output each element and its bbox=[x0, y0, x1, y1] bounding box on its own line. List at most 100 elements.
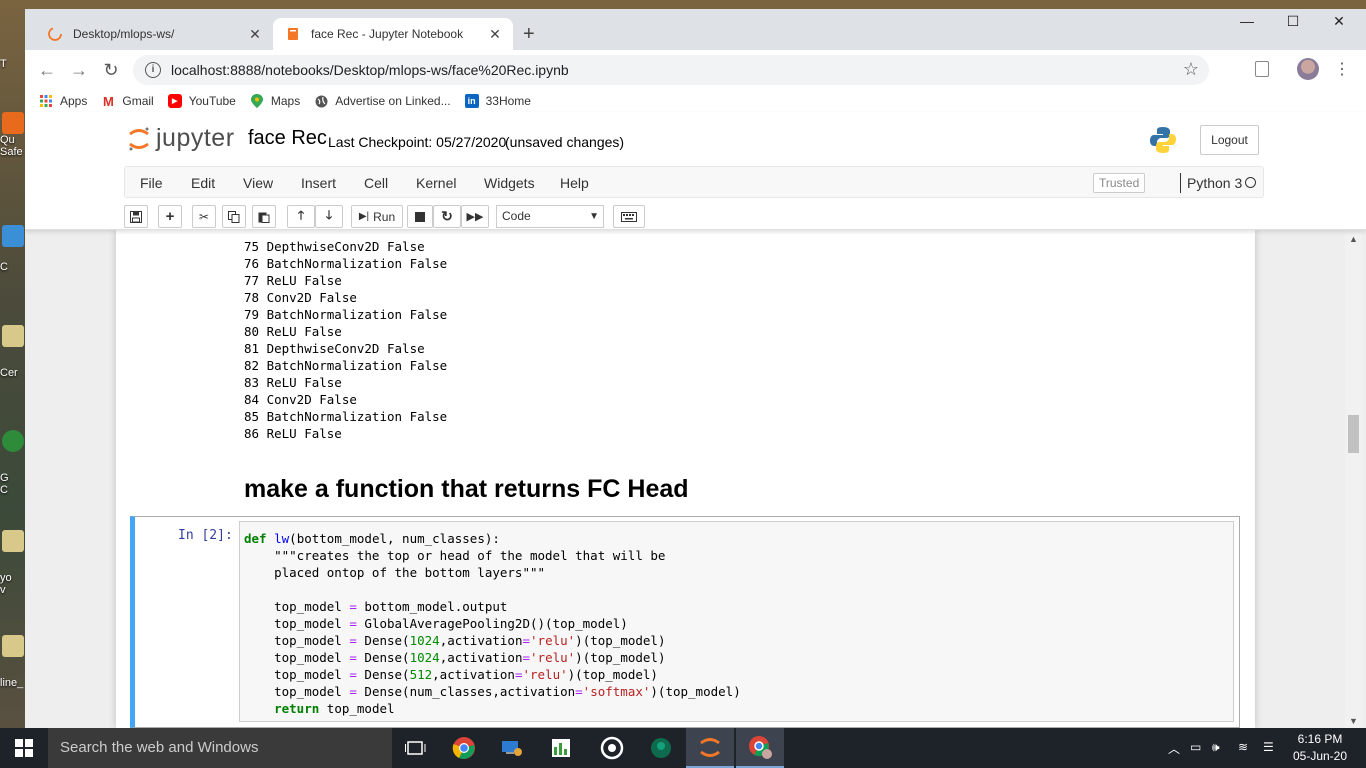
logout-button[interactable]: Logout bbox=[1200, 125, 1259, 155]
arrow-up-icon: 🡑 bbox=[297, 208, 305, 222]
code-line: top_model = Dense(1024,activation='relu'… bbox=[244, 633, 666, 648]
bookmark-youtube[interactable]: ▶ YouTube bbox=[167, 94, 236, 108]
back-icon[interactable]: ← bbox=[36, 59, 58, 81]
insert-cell-button[interactable]: + bbox=[158, 205, 182, 228]
close-tab-icon[interactable]: ✕ bbox=[245, 26, 265, 43]
markdown-heading[interactable]: make a function that returns FC Head bbox=[244, 475, 689, 504]
code-line: top_model = Dense(512,activation='relu')… bbox=[244, 667, 658, 682]
restart-button[interactable]: ↻ bbox=[433, 205, 461, 228]
menu-insert[interactable]: Insert bbox=[301, 175, 336, 191]
chrome-icon bbox=[452, 737, 475, 759]
address-bar[interactable]: i localhost:8888/notebooks/Desktop/mlops… bbox=[133, 55, 1209, 85]
forward-icon[interactable]: → bbox=[68, 59, 90, 81]
vertical-scrollbar[interactable]: ▲ ▼ bbox=[1345, 230, 1362, 728]
desktop-icon-yo[interactable]: yo v bbox=[0, 530, 26, 596]
bookmark-label: 33Home bbox=[485, 94, 531, 108]
code-cell-selected[interactable]: In [2]: def lw(bottom_model, num_classes… bbox=[130, 516, 1240, 728]
taskbar-app-remote[interactable] bbox=[488, 728, 536, 768]
media-player-icon bbox=[600, 736, 624, 760]
command-palette-button[interactable] bbox=[613, 205, 645, 228]
battery-icon[interactable]: ▭ bbox=[1190, 740, 1201, 754]
scroll-up-icon[interactable]: ▲ bbox=[1349, 234, 1358, 244]
code-editor[interactable]: def lw(bottom_model, num_classes): """cr… bbox=[239, 521, 1234, 722]
code-line: top_model = GlobalAveragePooling2D()(top… bbox=[244, 616, 628, 631]
wifi-icon[interactable]: ≋ bbox=[1238, 740, 1248, 754]
taskbar-search-input[interactable]: Search the web and Windows bbox=[48, 728, 392, 768]
bookmark-star-icon[interactable]: ☆ bbox=[1183, 59, 1199, 80]
stop-icon bbox=[415, 211, 425, 222]
scrollbar-thumb[interactable] bbox=[1348, 415, 1359, 453]
output-line: 82 BatchNormalization False bbox=[244, 358, 448, 373]
notebook-name[interactable]: face Rec bbox=[248, 127, 327, 150]
restart-run-all-button[interactable]: ▶▶ bbox=[461, 205, 489, 228]
paste-button[interactable] bbox=[252, 205, 276, 228]
output-line: 79 BatchNormalization False bbox=[244, 307, 448, 322]
keyboard-icon bbox=[621, 211, 637, 222]
reload-icon[interactable]: ↻ bbox=[100, 59, 122, 81]
save-button[interactable] bbox=[124, 205, 148, 228]
taskbar-app-media[interactable] bbox=[588, 728, 636, 768]
gmail-icon: M bbox=[102, 93, 114, 109]
notifications-icon[interactable]: ☰ bbox=[1263, 740, 1274, 754]
show-hidden-icons-icon[interactable]: ︿ bbox=[1168, 740, 1180, 757]
run-button[interactable]: ▶| Run bbox=[351, 205, 403, 228]
menu-kernel[interactable]: Kernel bbox=[416, 175, 456, 191]
bookmark-gmail[interactable]: M Gmail bbox=[101, 93, 154, 109]
avatar[interactable] bbox=[1297, 58, 1319, 80]
volume-icon[interactable]: 🕪 bbox=[1212, 740, 1220, 755]
extension-icon[interactable] bbox=[1255, 61, 1269, 77]
new-tab-button[interactable]: + bbox=[523, 23, 535, 46]
more-menu-icon[interactable]: ⋮ bbox=[1334, 59, 1350, 79]
interrupt-button[interactable] bbox=[407, 205, 433, 228]
desktop-label: Cer bbox=[0, 367, 18, 379]
start-button[interactable] bbox=[0, 728, 48, 768]
maximize-button[interactable]: ☐ bbox=[1270, 13, 1316, 33]
desktop-label: C bbox=[0, 261, 8, 273]
jupyter-logo[interactable]: jupyter bbox=[128, 124, 235, 153]
desktop-icon-quick-safe[interactable]: Qu Safe bbox=[0, 112, 26, 158]
scroll-down-icon[interactable]: ▼ bbox=[1349, 716, 1358, 726]
notebook-icon bbox=[285, 26, 301, 42]
menu-cell[interactable]: Cell bbox=[364, 175, 388, 191]
cell-type-select[interactable]: Code ▼ bbox=[496, 205, 604, 228]
windows-logo-icon bbox=[15, 739, 33, 757]
taskbar-chrome-profile[interactable] bbox=[736, 728, 784, 768]
url-text: localhost:8888/notebooks/Desktop/mlops-w… bbox=[171, 62, 569, 78]
taskbar-app-editor[interactable] bbox=[537, 728, 585, 768]
taskbar-app-git[interactable] bbox=[637, 728, 685, 768]
bookmark-advertise[interactable]: Advertise on Linked... bbox=[314, 94, 451, 108]
close-window-button[interactable]: ✕ bbox=[1316, 13, 1362, 33]
move-down-button[interactable]: 🡓 bbox=[315, 205, 343, 228]
minimize-button[interactable]: — bbox=[1224, 13, 1270, 33]
taskbar-jupyter[interactable] bbox=[686, 728, 734, 768]
desktop-icon-line[interactable]: line_ bbox=[0, 635, 26, 689]
move-up-button[interactable]: 🡑 bbox=[287, 205, 315, 228]
close-tab-icon[interactable]: ✕ bbox=[485, 26, 505, 43]
bookmark-maps[interactable]: Maps bbox=[250, 94, 300, 108]
cut-button[interactable]: ✂ bbox=[192, 205, 216, 228]
menu-help[interactable]: Help bbox=[560, 175, 589, 191]
trusted-indicator[interactable]: Trusted bbox=[1093, 173, 1146, 193]
copy-icon bbox=[228, 210, 240, 223]
desktop-icon-c[interactable]: C bbox=[0, 225, 26, 273]
menu-view[interactable]: View bbox=[243, 175, 273, 191]
copy-button[interactable] bbox=[222, 205, 246, 228]
plus-icon: + bbox=[165, 208, 175, 225]
desktop-icon-g[interactable]: G C bbox=[0, 430, 26, 496]
menu-widgets[interactable]: Widgets bbox=[484, 175, 535, 191]
desktop-label: yo bbox=[0, 572, 12, 584]
taskbar-chrome[interactable] bbox=[440, 728, 488, 768]
desktop-icon-cert[interactable]: Cer bbox=[0, 325, 26, 379]
taskbar-clock[interactable]: 6:16 PM 05-Jun-20 bbox=[1286, 731, 1354, 765]
task-view-button[interactable] bbox=[392, 728, 440, 768]
menu-edit[interactable]: Edit bbox=[191, 175, 215, 191]
info-icon[interactable]: i bbox=[145, 62, 161, 78]
bookmark-33home[interactable]: in 33Home bbox=[464, 94, 531, 108]
tab-desktop[interactable]: Desktop/mlops-ws/ ✕ bbox=[35, 18, 273, 50]
kernel-idle-icon bbox=[1245, 177, 1256, 188]
bookmark-apps[interactable]: Apps bbox=[39, 94, 87, 108]
tab-face-rec[interactable]: face Rec - Jupyter Notebook ✕ bbox=[273, 18, 513, 50]
menu-file[interactable]: File bbox=[140, 175, 163, 191]
output-line: 85 BatchNormalization False bbox=[244, 409, 448, 424]
